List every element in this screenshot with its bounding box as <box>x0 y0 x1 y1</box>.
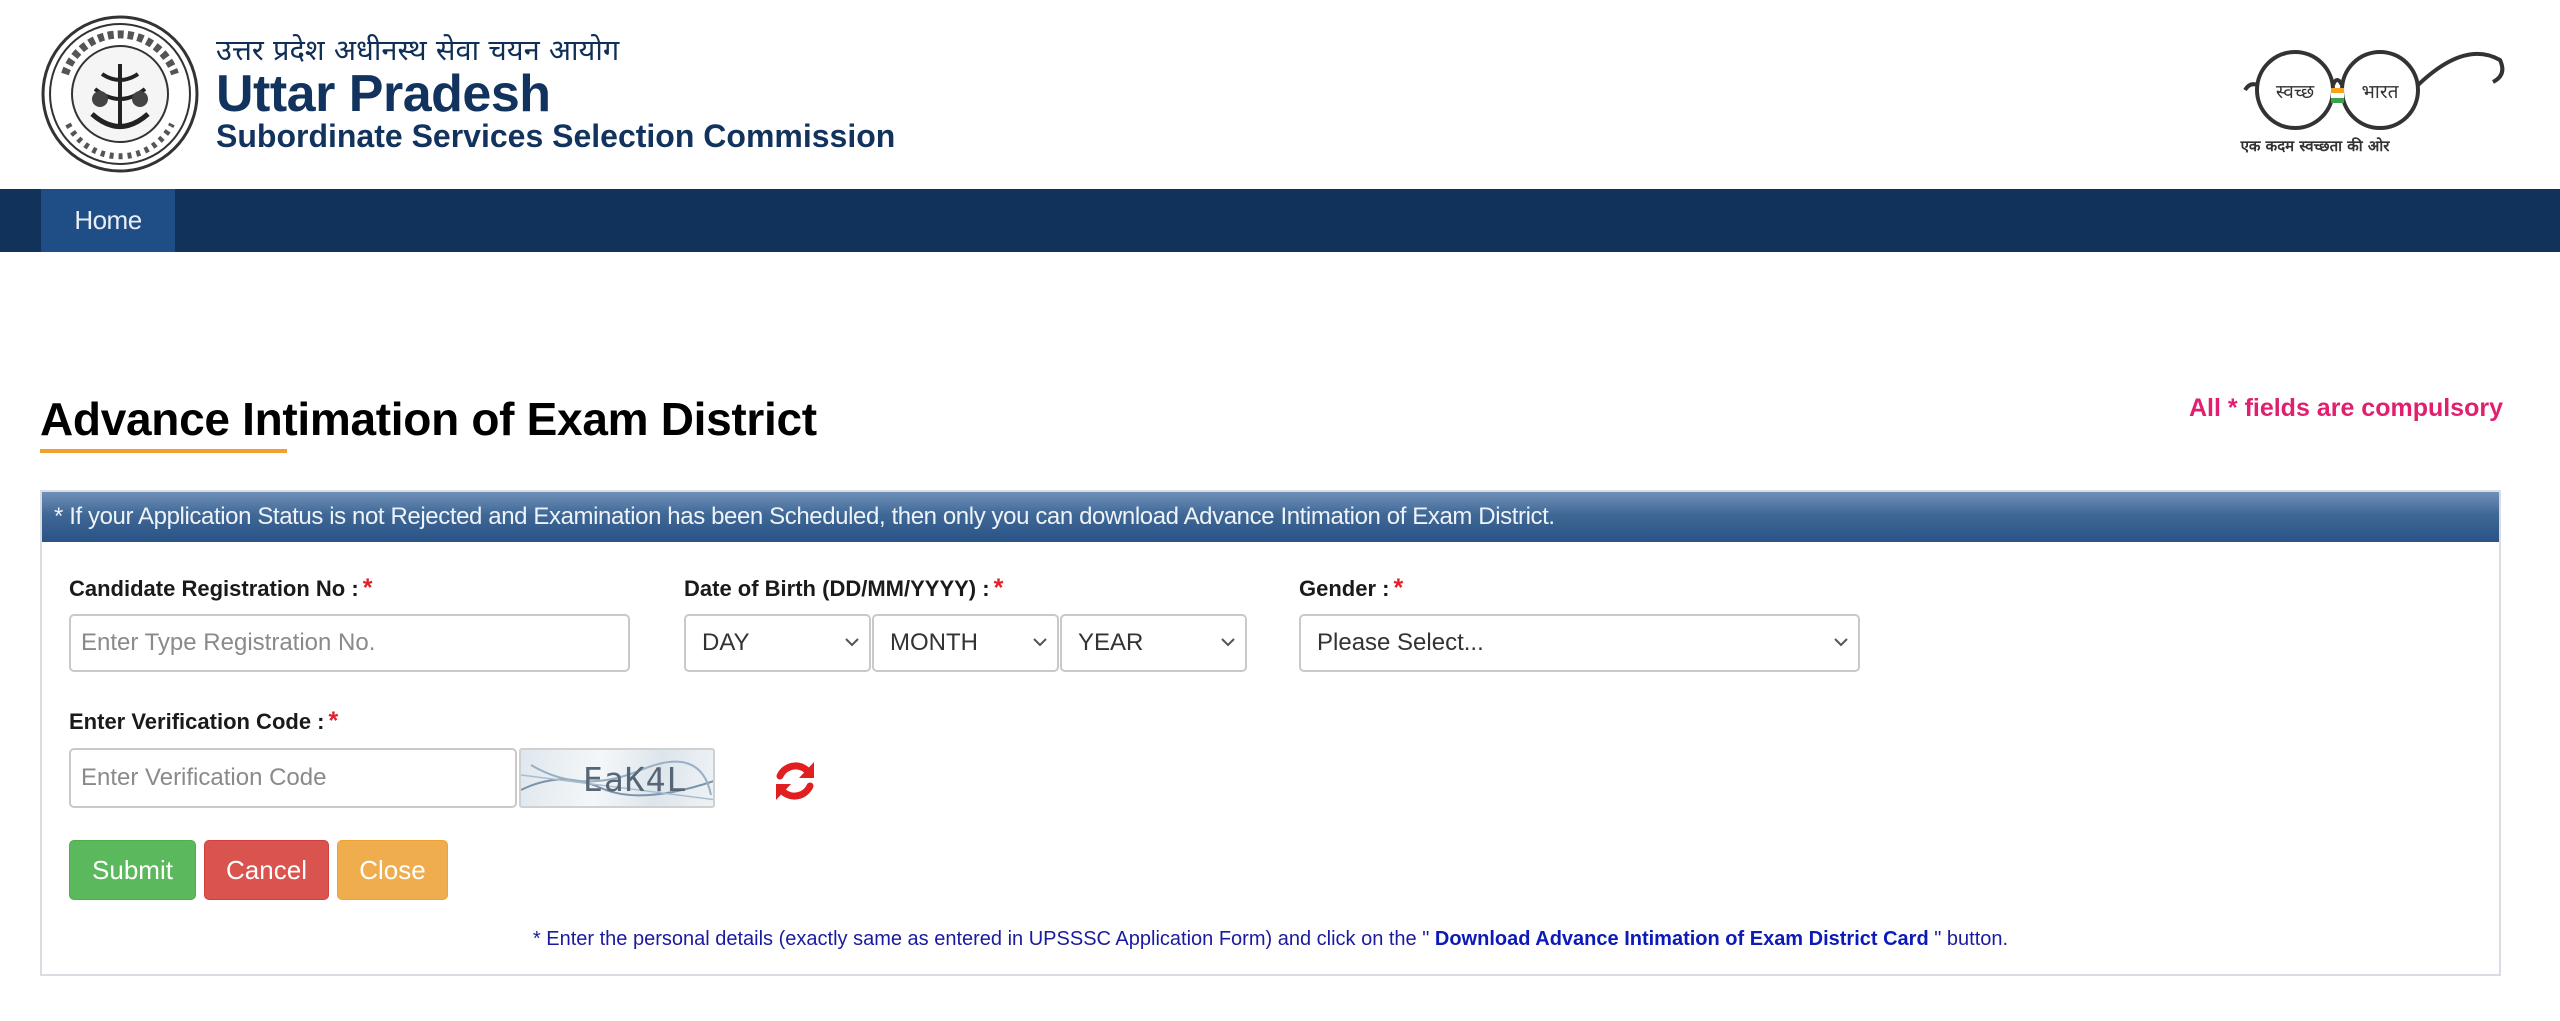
verification-label-text: Enter Verification Code : <box>69 709 325 734</box>
verification-label: Enter Verification Code : * <box>69 707 338 736</box>
note-link-text: Download Advance Intimation of Exam Dist… <box>1429 928 1935 950</box>
captcha-image: EaK4L <box>519 748 715 808</box>
upsssc-seal-logo <box>41 15 199 173</box>
dob-label: Date of Birth (DD/MM/YYYY) : * <box>684 574 1003 603</box>
refresh-captcha-icon[interactable] <box>770 756 820 806</box>
registration-label-text: Candidate Registration No : <box>69 576 359 601</box>
site-header: उत्तर प्रदेश अधीनस्थ सेवा चयन आयोग Uttar… <box>0 0 2560 189</box>
page-title: Advance Intimation of Exam District <box>40 393 817 445</box>
nav-home-link[interactable]: Home <box>41 189 175 252</box>
swachh-bharat-logo: स्वच्छ भारत एक कदम स्वच्छता की ओर <box>2240 50 2505 155</box>
submit-button[interactable]: Submit <box>69 840 196 900</box>
required-mark: * <box>993 574 1004 602</box>
registration-input[interactable]: Enter Type Registration No. <box>69 614 630 672</box>
gender-select[interactable]: Please Select... <box>1299 614 1860 672</box>
dob-day-value: DAY <box>702 629 750 656</box>
title-underline <box>40 449 287 453</box>
dob-day-select[interactable]: DAY <box>684 614 871 672</box>
dob-year-select[interactable]: YEAR <box>1060 614 1247 672</box>
compulsory-note: All * fields are compulsory <box>2189 394 2503 422</box>
chevron-down-icon <box>1033 638 1047 647</box>
dob-month-value: MONTH <box>890 629 978 656</box>
required-mark: * <box>1393 574 1404 602</box>
org-title: Uttar Pradesh <box>216 65 551 123</box>
form-panel: * If your Application Status is not Reje… <box>40 490 2501 976</box>
bharat-text: भारत <box>2362 81 2400 103</box>
gender-label-text: Gender : <box>1299 576 1390 601</box>
note-prefix: * Enter the personal details (exactly sa… <box>532 928 1430 950</box>
dob-month-select[interactable]: MONTH <box>872 614 1059 672</box>
panel-heading: * If your Application Status is not Reje… <box>42 492 2499 542</box>
registration-label: Candidate Registration No : * <box>69 574 372 603</box>
chevron-down-icon <box>1221 638 1235 647</box>
verification-input[interactable]: Enter Verification Code <box>69 748 517 808</box>
captcha-text: EaK4L <box>583 760 688 799</box>
dob-year-value: YEAR <box>1078 629 1144 656</box>
required-mark: * <box>328 707 339 735</box>
dob-label-text: Date of Birth (DD/MM/YYYY) : <box>684 576 990 601</box>
chevron-down-icon <box>845 638 859 647</box>
gender-value: Please Select... <box>1317 629 1484 656</box>
swachh-text: स्वच्छ <box>2276 81 2315 103</box>
instruction-note: * Enter the personal details (exactly sa… <box>42 928 2499 951</box>
close-button[interactable]: Close <box>337 840 448 900</box>
note-suffix: " button. <box>1934 928 2009 950</box>
chevron-down-icon <box>1834 638 1848 647</box>
swachh-tagline: एक कदम स्वच्छता की ओर <box>2240 137 2391 155</box>
main-navbar: Home <box>0 189 2560 252</box>
gender-label: Gender : * <box>1299 574 1403 603</box>
org-subtitle: Subordinate Services Selection Commissio… <box>216 118 896 154</box>
cancel-button[interactable]: Cancel <box>204 840 329 900</box>
required-mark: * <box>362 574 373 602</box>
